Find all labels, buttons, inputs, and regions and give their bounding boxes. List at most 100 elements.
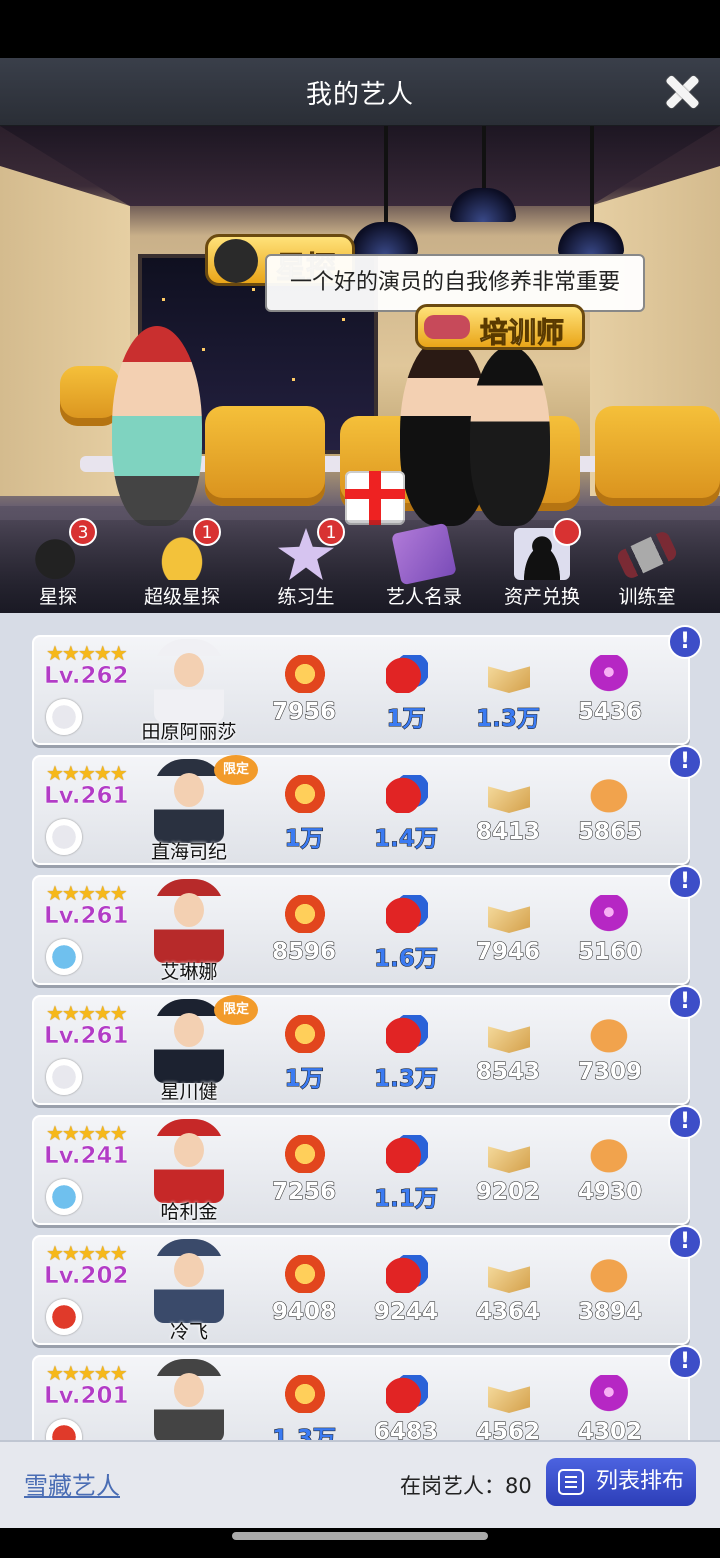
top-hat-icon xyxy=(214,239,258,283)
artist-stat: 4562 xyxy=(458,1375,558,1440)
stat-value: 7946 xyxy=(475,939,540,966)
trainer-character-female[interactable] xyxy=(470,346,550,526)
trainer-sign-label: 培训师 xyxy=(479,316,565,350)
gem-icon xyxy=(590,895,632,933)
stat-value: 3894 xyxy=(577,1299,642,1326)
artist-card[interactable]: ★★★★★ Lv.261 限定 直海司纪 1万 1.4万 8413 5865 ! xyxy=(32,745,702,865)
artist-avatar xyxy=(154,1119,224,1203)
artist-card[interactable]: ★★★★★ Lv.262 田原阿丽莎 7956 1万 1.3万 5436 ! xyxy=(32,625,702,745)
list-layout-button[interactable]: 列表排布 xyxy=(546,1458,696,1506)
tool-trainee[interactable]: 1 练习生 xyxy=(251,518,361,613)
info-button[interactable]: ! xyxy=(668,745,702,779)
stat-value: 9244 xyxy=(373,1299,438,1326)
gift-box-icon[interactable] xyxy=(345,471,405,525)
trainer-sign[interactable]: 培训师 xyxy=(415,304,585,350)
function-toolbar: 3 星探 1 超级星探 1 练习生 艺人名录 资产兑换 训练室 xyxy=(0,518,720,613)
artist-card[interactable]: ★★★★★ Lv.241 哈利金 7256 1.1万 9202 4930 ! xyxy=(32,1105,702,1225)
artist-avatar xyxy=(154,879,224,963)
artist-stat: 8596 xyxy=(254,895,354,975)
artist-stat: 1.4万 xyxy=(356,775,456,855)
artist-level: Lv.261 xyxy=(44,903,129,930)
knowledge-book-icon xyxy=(488,786,530,813)
stat-value: 8596 xyxy=(271,939,336,966)
stat-value: 1万 xyxy=(284,826,324,853)
scout-character[interactable] xyxy=(112,326,202,526)
lamp-cord xyxy=(384,126,388,226)
charm-burst-icon xyxy=(284,1135,326,1173)
notification-badge: 1 xyxy=(193,518,221,546)
stat-value: 5160 xyxy=(577,939,642,966)
lamp-cord xyxy=(590,126,594,226)
artist-stat: 1万 xyxy=(356,655,456,735)
charm-burst-icon xyxy=(284,655,326,693)
artist-avatar xyxy=(154,639,224,723)
star-rating: ★★★★★ xyxy=(46,761,128,785)
tool-label: 训练室 xyxy=(618,586,676,608)
artist-list[interactable]: ★★★★★ Lv.262 田原阿丽莎 7956 1万 1.3万 5436 ! ★★★★… xyxy=(0,613,720,1440)
page-title: 我的艺人 xyxy=(305,80,414,110)
lamp-cord xyxy=(482,126,486,192)
tool-artist-directory[interactable]: 艺人名录 xyxy=(369,520,479,613)
avatar-face xyxy=(174,1133,204,1167)
info-button[interactable]: ! xyxy=(668,625,702,659)
stat-value: 4562 xyxy=(475,1419,540,1441)
stat-value: 5865 xyxy=(577,819,642,846)
artist-level: Lv.262 xyxy=(44,663,129,690)
acting-mask-icon xyxy=(386,1255,428,1293)
artist-stat: 7946 xyxy=(458,895,558,975)
acting-mask-icon xyxy=(386,775,428,813)
artist-stat: 4302 xyxy=(560,1375,660,1440)
artist-stat: 1.6万 xyxy=(356,895,456,975)
artist-level: Lv.241 xyxy=(44,1143,129,1170)
artist-card[interactable]: ★★★★★ Lv.201 1.3万 6483 4562 4302 ! xyxy=(32,1345,702,1440)
acting-mask-icon xyxy=(386,1015,428,1053)
tool-scout[interactable]: 3 星探 xyxy=(3,518,113,613)
info-button[interactable]: ! xyxy=(668,1225,702,1259)
artist-card[interactable]: ★★★★★ Lv.261 艾琳娜 8596 1.6万 7946 5160 ! xyxy=(32,865,702,985)
dumbbell-icon xyxy=(615,529,679,581)
artist-stat: 1.1万 xyxy=(356,1135,456,1215)
stat-value: 9202 xyxy=(475,1179,540,1206)
artist-card[interactable]: ★★★★★ Lv.202 冷飞 9408 9244 4364 3894 ! xyxy=(32,1225,702,1345)
game-screen: 我的艺人 星探 一个好的演员的自我修养非常重要 培训师 xyxy=(0,0,720,1558)
artist-name: 田原阿丽莎 xyxy=(141,721,237,743)
artist-card[interactable]: ★★★★★ Lv.261 限定 星川健 1万 1.3万 8543 7309 ! xyxy=(32,985,702,1105)
info-button[interactable]: ! xyxy=(668,985,702,1019)
home-indicator[interactable] xyxy=(232,1532,488,1540)
artist-stat: 9202 xyxy=(458,1135,558,1215)
info-button[interactable]: ! xyxy=(668,1345,702,1379)
ceiling xyxy=(0,126,720,206)
tool-label: 艺人名录 xyxy=(385,586,462,608)
acting-mask-icon xyxy=(386,1135,428,1173)
info-button[interactable]: ! xyxy=(668,1105,702,1139)
notification-badge: 3 xyxy=(69,518,97,546)
stat-value: 7956 xyxy=(271,699,336,726)
tool-super-scout[interactable]: 1 超级星探 xyxy=(127,518,237,613)
avatar-face xyxy=(174,1373,204,1407)
knowledge-book-icon xyxy=(488,906,530,933)
tool-asset-exchange[interactable]: 资产兑换 xyxy=(487,518,597,613)
stat-value: 8543 xyxy=(475,1059,540,1086)
artist-stat: 9244 xyxy=(356,1255,456,1335)
rank-emblem-icon xyxy=(46,939,82,975)
bottom-bar: 雪藏艺人 在岗艺人：80 列表排布 xyxy=(0,1440,720,1528)
dumbbell-icon xyxy=(424,315,470,339)
artist-name: 哈利金 xyxy=(160,1201,218,1223)
star-rating: ★★★★★ xyxy=(46,1001,128,1025)
armchair xyxy=(595,406,720,506)
star-rating: ★★★★★ xyxy=(46,1121,128,1145)
acting-mask-icon xyxy=(386,895,428,933)
artist-name: 冷飞 xyxy=(169,1321,208,1343)
artist-stat: 5865 xyxy=(560,775,660,855)
artist-name: 星川健 xyxy=(160,1081,218,1103)
gem-icon xyxy=(590,655,632,693)
tool-label: 超级星探 xyxy=(143,586,220,608)
info-button[interactable]: ! xyxy=(668,865,702,899)
notification-badge: 1 xyxy=(317,518,345,546)
tool-training-room[interactable]: 训练室 xyxy=(592,520,702,613)
close-button[interactable] xyxy=(662,72,702,112)
artist-stat: 7309 xyxy=(560,1015,660,1095)
knowledge-book-icon xyxy=(488,666,530,693)
hidden-artists-link[interactable]: 雪藏艺人 xyxy=(24,1466,120,1501)
artist-stat: 1.3万 xyxy=(356,1015,456,1095)
